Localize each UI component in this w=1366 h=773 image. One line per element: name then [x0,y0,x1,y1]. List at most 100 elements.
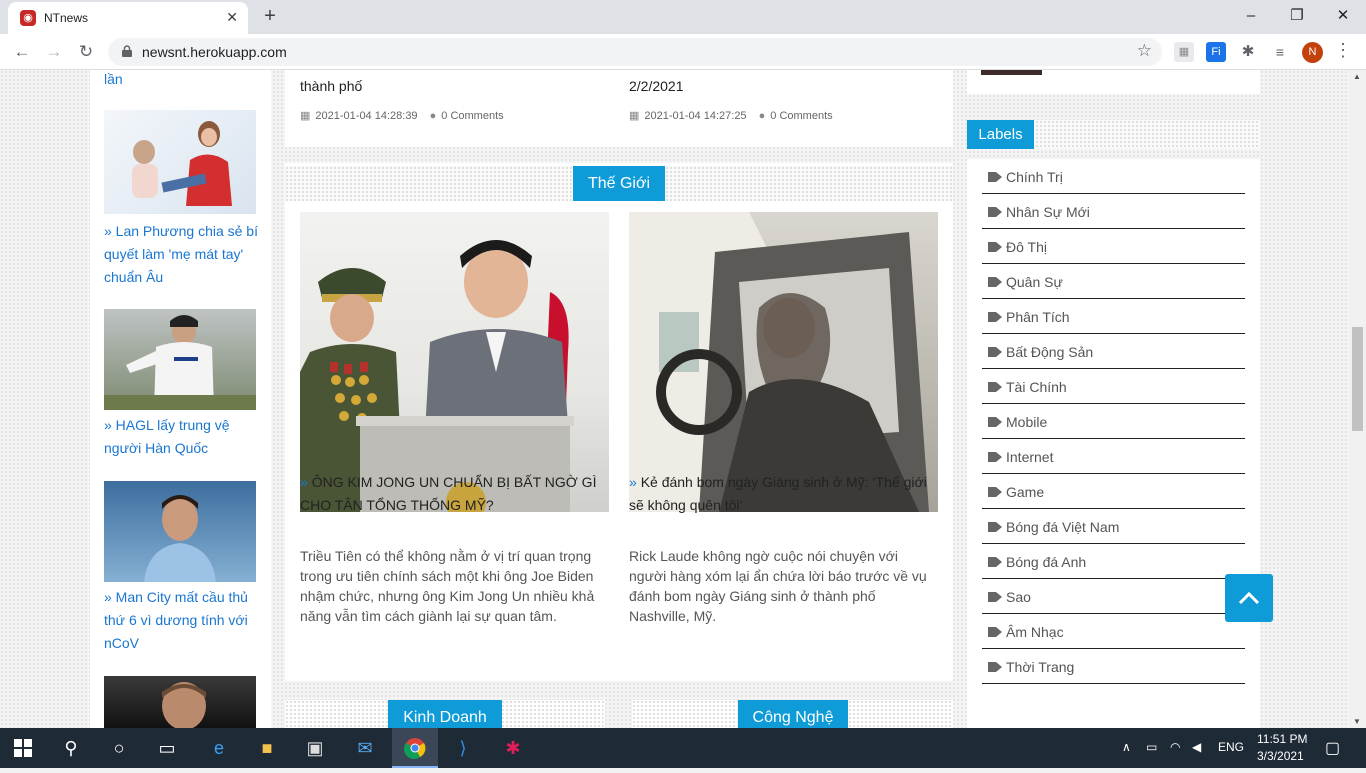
section-label-world[interactable]: Thế Giới [573,166,665,201]
tag-icon [988,662,1002,672]
label-link[interactable]: Quân Sự [1006,274,1063,290]
extensions-puzzle-icon[interactable]: ✱ [1238,42,1258,62]
sidebar-article-thumbnail[interactable] [104,676,256,728]
tag-icon [988,557,1002,567]
label-link[interactable]: Internet [1006,449,1053,465]
comment-icon: ● [758,110,766,122]
label-link[interactable]: Chính Trị [1006,169,1063,185]
sidebar-article-link[interactable]: » HAGL lấy trung vệ người Hàn Quốc [104,414,264,460]
sidebar-article-link[interactable]: » Lan Phương chia sẻ bí quyết làm 'mẹ má… [104,220,264,289]
browser-tab[interactable]: ◉ NTnews ✕ [8,2,248,34]
article-date: 2021-01-04 14:27:25 [644,110,747,122]
cortana-icon[interactable]: ○ [96,728,142,768]
task-view-icon[interactable]: ▭ [144,728,190,768]
edge-icon[interactable]: e [196,728,242,768]
maximize-button[interactable]: ❐ [1274,4,1320,30]
new-tab-button[interactable]: + [258,5,282,29]
sidebar-article-thumbnail[interactable] [104,309,256,410]
volume-icon[interactable]: ◀ [1192,740,1201,754]
label-link[interactable]: Nhân Sự Mới [1006,204,1090,220]
label-link[interactable]: Game [1006,484,1044,500]
label-link[interactable]: Bóng đá Việt Nam [1006,519,1119,535]
labels-list: Chính Trị Nhân Sự Mới Đô Thị Quân Sự Phâ… [967,159,1260,728]
battery-icon[interactable]: ▭ [1146,740,1157,754]
slack-icon[interactable]: ✱ [490,728,536,768]
sidebar-article-link[interactable]: lần [104,70,264,91]
browser-menu-icon[interactable]: ⋮ [1334,40,1352,61]
mail-icon[interactable]: ✉ [342,728,388,768]
label-link[interactable]: Thời Trang [1006,659,1074,675]
clock-time[interactable]: 11:51 PM [1257,732,1307,746]
sidebar-article-thumbnail[interactable] [104,110,256,214]
scroll-down-arrow-icon[interactable]: ▼ [1353,717,1361,726]
store-icon[interactable]: ▣ [292,728,338,768]
label-link[interactable]: Âm Nhạc [1006,624,1064,640]
extension-icon[interactable]: ▦ [1174,42,1194,62]
label-link[interactable]: Bóng đá Anh [1006,554,1086,570]
search-icon[interactable]: ⚲ [48,728,94,768]
tag-icon [988,242,1002,252]
forward-button[interactable]: → [42,40,66,64]
url-text: newsnt.herokuapp.com [142,44,287,60]
article-title-text[interactable]: ÔNG KIM JONG UN CHUẨN BỊ BẤT NGỜ GÌ CHO … [300,474,596,513]
chrome-icon[interactable] [392,728,438,768]
article-comments[interactable]: 0 Comments [441,110,503,122]
article-meta: ▦ 2021-01-04 14:28:39 ● 0 Comments [300,109,504,122]
sidebar-article-link[interactable]: » Man City mất cầu thủ thứ 6 vì dương tí… [104,586,264,655]
vscode-icon[interactable]: ⟩ [440,728,486,768]
left-sidebar: lần » Lan Phương chia sẻ bí quyết làm 'm… [90,70,271,728]
wifi-icon[interactable]: ◠ [1170,740,1180,754]
scroll-up-arrow-icon[interactable]: ▲ [1353,72,1361,81]
media-queue-icon[interactable]: ≡ [1270,42,1290,62]
label-link[interactable]: Bất Động Sản [1006,344,1093,360]
article-title[interactable]: thành phố [300,78,362,94]
tag-icon [988,627,1002,637]
label-link[interactable]: Đô Thị [1006,239,1047,255]
article-image[interactable] [629,212,938,512]
chevron-right-icon: » [629,474,641,490]
article-description: Rick Laude không ngờ cuộc nói chuyện với… [629,548,927,624]
windows-logo-icon [14,739,32,757]
scrollbar-thumb[interactable] [1352,327,1363,431]
article-image[interactable] [300,212,609,512]
tag-icon [988,172,1002,182]
clock-date[interactable]: 3/3/2021 [1257,749,1304,763]
article-title-link[interactable]: » Kẻ đánh bom ngày Giáng sinh ở Mỹ: ‘Thế… [629,471,938,517]
popular-post-thumbnail[interactable] [981,70,1042,75]
close-tab-icon[interactable]: ✕ [226,9,238,26]
start-button[interactable] [0,728,46,768]
address-bar[interactable]: newsnt.herokuapp.com ☆ [108,38,1162,66]
section-label-business[interactable]: Kinh Doanh [388,700,502,728]
chevron-right-icon: » [300,474,312,490]
label-link[interactable]: Phân Tích [1006,309,1070,325]
back-to-top-button[interactable] [1225,574,1273,622]
profile-avatar[interactable]: N [1302,42,1323,63]
tray-chevron-icon[interactable]: ∧ [1122,740,1131,754]
tag-icon [988,452,1002,462]
back-button[interactable]: ← [10,40,34,64]
language-indicator[interactable]: ENG [1218,740,1244,754]
lock-icon [122,45,132,57]
notification-icon[interactable]: ▢ [1325,738,1340,758]
page-scrollbar[interactable]: ▲ ▼ [1349,70,1366,728]
minimize-button[interactable]: – [1228,4,1274,30]
article-meta: ▦ 2021-01-04 14:27:25 ● 0 Comments [629,109,833,122]
article-comments[interactable]: 0 Comments [770,110,832,122]
label-link[interactable]: Sao [1006,589,1031,605]
file-explorer-icon[interactable]: ■ [244,728,290,768]
label-link[interactable]: Mobile [1006,414,1047,430]
reload-button[interactable]: ↻ [74,40,98,64]
extension-fi-icon[interactable]: Fi [1206,42,1226,62]
tab-title: NTnews [44,11,89,25]
section-label-tech[interactable]: Công Nghệ [738,700,848,728]
bookmark-star-icon[interactable]: ☆ [1137,41,1152,61]
popular-posts-card [967,70,1260,94]
sidebar-article-thumbnail[interactable] [104,481,256,582]
tag-icon [988,207,1002,217]
article-title[interactable]: 2/2/2021 [629,78,684,94]
article-title-text[interactable]: Kẻ đánh bom ngày Giáng sinh ở Mỹ: ‘Thế g… [629,474,927,513]
close-window-button[interactable]: ✕ [1320,4,1366,30]
article-list-card: thành phố ▦ 2021-01-04 14:28:39 ● 0 Commen… [285,70,953,147]
article-title-link[interactable]: » ÔNG KIM JONG UN CHUẨN BỊ BẤT NGỜ GÌ CH… [300,471,609,517]
label-link[interactable]: Tài Chính [1006,379,1067,395]
